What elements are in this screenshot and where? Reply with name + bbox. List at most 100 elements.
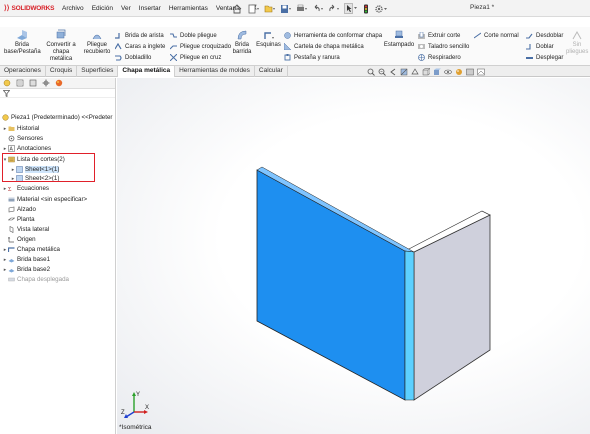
previous-view-icon[interactable] [389,68,397,76]
select-arrow-icon[interactable] [344,3,358,14]
menu-insertar[interactable]: Insertar [139,5,161,12]
part-icon [2,114,9,121]
filter-bar[interactable] [0,89,115,98]
filter-icon[interactable] [3,89,10,97]
respiradero-button[interactable]: Respiradero [418,54,461,61]
cartela-button[interactable]: Cartela de chapa metálica [284,43,364,50]
pliegue-recubierto-button[interactable]: Pliegue recubierto [82,29,112,56]
new-document-icon[interactable] [248,4,260,14]
options-gear-icon[interactable] [374,4,388,14]
title-bar: ⟩⟩ SOLIDWORKS Archivo Edición Ver Insert… [0,0,590,17]
doblar-button[interactable]: Doblar [526,43,554,50]
brida-arista-button[interactable]: Brida de arista [115,32,164,39]
tree-item-sensores[interactable]: Sensores [8,134,43,143]
corte-normal-label: Corte normal [484,32,519,39]
tab-superficies[interactable]: Superficies [77,66,119,77]
brida-barrida-button[interactable]: Brida barrida [231,29,253,56]
print-icon[interactable] [296,4,308,14]
tree-item-origen[interactable]: Origen [8,235,36,244]
tree-item-anotaciones[interactable]: ▸ A Anotaciones [2,144,51,153]
redo-icon[interactable] [328,4,340,14]
doble-pliegue-button[interactable]: Doble pliegue [170,32,217,39]
display-manager-tab-icon[interactable] [55,79,63,87]
zoom-area-icon[interactable] [378,68,386,76]
taladro-sencillo-button[interactable]: Taladro sencillo [418,43,469,50]
tree-item-brida-base2[interactable]: ▸ Brida base2 [2,265,50,274]
tree-item-planta[interactable]: Planta [8,215,35,224]
history-folder-icon [8,126,15,131]
dobladillo-button[interactable]: Dobladillo [115,54,151,61]
sensor-icon [8,135,15,142]
base-flange-icon [17,30,27,40]
display-style-icon[interactable] [433,68,441,76]
desdoblar-button[interactable]: Desdoblar [526,32,563,39]
estampado-button[interactable]: Estampado [383,29,415,49]
view-settings-icon[interactable] [477,68,485,76]
hide-show-icon[interactable] [444,68,452,76]
extruir-corte-label: Extruir corte [428,32,461,39]
view-orientation-icon[interactable] [422,67,430,76]
feature-tree-tab-icon[interactable] [3,79,11,87]
miter-flange-icon [115,43,122,50]
convert-sheet-icon [56,29,66,39]
base-flange-feature-icon [8,259,15,263]
tree-item-vista-lateral[interactable]: Vista lateral [8,225,49,234]
tree-item-material[interactable]: Material <sin especificar> [8,195,87,204]
caras-inglete-button[interactable]: Caras a inglete [115,43,165,50]
plane-icon [9,226,14,233]
menu-archivo[interactable]: Archivo [62,5,84,12]
herramienta-conformar-button[interactable]: Herramienta de conformar chapa [284,32,382,39]
configuration-manager-tab-icon[interactable] [29,79,37,87]
pliegue-cruz-button[interactable]: Pliegue en cruz [170,54,221,61]
menu-ver[interactable]: Ver [121,5,131,12]
tab-herramientas-moldes[interactable]: Herramientas de moldes [175,66,255,77]
zoom-fit-icon[interactable] [367,68,375,76]
sketched-bend-icon [170,45,177,50]
tab-calcular[interactable]: Calcular [255,66,288,77]
tab-operaciones[interactable]: Operaciones [0,66,46,77]
dynamic-annotation-icon[interactable] [411,67,419,76]
menu-bar: Archivo Edición Ver Insertar Herramienta… [62,5,248,12]
corte-normal-button[interactable]: Corte normal [474,32,519,39]
tab-chapa-metalica[interactable]: Chapa metálica [118,66,176,77]
convertir-button[interactable]: Convertir a chapa metálica [42,29,80,63]
open-folder-icon[interactable] [264,4,276,14]
sin-pliegues-button[interactable]: Sin pliegues [566,29,588,56]
annotations-icon: A [8,145,15,152]
pliegue-croquizado-button[interactable]: Pliegue croquizado [170,43,231,50]
cross-break-icon [170,54,177,61]
edit-appearance-icon[interactable] [455,68,463,76]
respiradero-label: Respiradero [428,54,461,61]
tree-item-alzado[interactable]: Alzado [8,205,36,214]
estampado-label: Estampado [383,42,415,48]
undo-icon[interactable] [312,4,324,14]
tab-croquis[interactable]: Croquis [46,66,78,77]
app-logo[interactable]: ⟩⟩ SOLIDWORKS [4,4,58,13]
vista-lateral-label: Vista lateral [17,226,50,233]
brida-base-button[interactable]: Brida base/Pestaña [4,29,41,56]
section-view-icon[interactable] [400,68,408,76]
tree-item-brida-base1[interactable]: ▸ Brida base1 [2,255,50,264]
tree-item-chapa-desplegada[interactable]: Chapa desplegada [8,275,69,284]
menu-edicion[interactable]: Edición [92,5,113,12]
pestana-ranura-button[interactable]: Pestaña y ranura [284,54,340,61]
esquinas-button[interactable]: Esquinas [256,29,281,49]
home-icon[interactable] [232,3,242,14]
tree-item-chapa-metalica[interactable]: ▸ Chapa metálica [2,245,60,254]
chapa-metalica-label: Chapa metálica [17,246,60,253]
desplegar-button[interactable]: Desplegar [526,54,563,61]
save-icon[interactable] [280,4,292,14]
blue-sheet-face[interactable] [256,169,406,401]
graphics-viewport[interactable] [117,78,590,434]
scene-icon[interactable] [466,68,474,76]
extruir-corte-button[interactable]: Extruir corte [418,32,460,39]
heads-up-toolbar [367,66,488,77]
menu-herramientas[interactable]: Herramientas [169,5,208,12]
traffic-light-icon[interactable] [362,4,370,14]
dimxpert-tab-icon[interactable] [42,79,50,87]
tree-item-historial[interactable]: ▸ Historial [2,124,40,133]
tree-root-part[interactable]: Pieza1 (Predeterminado) <<Predeter [2,113,112,122]
caras-inglete-label: Caras a inglete [125,43,166,50]
tree-item-ecuaciones[interactable]: ▸ Σ Ecuaciones [2,184,49,193]
property-manager-tab-icon[interactable] [16,79,24,87]
